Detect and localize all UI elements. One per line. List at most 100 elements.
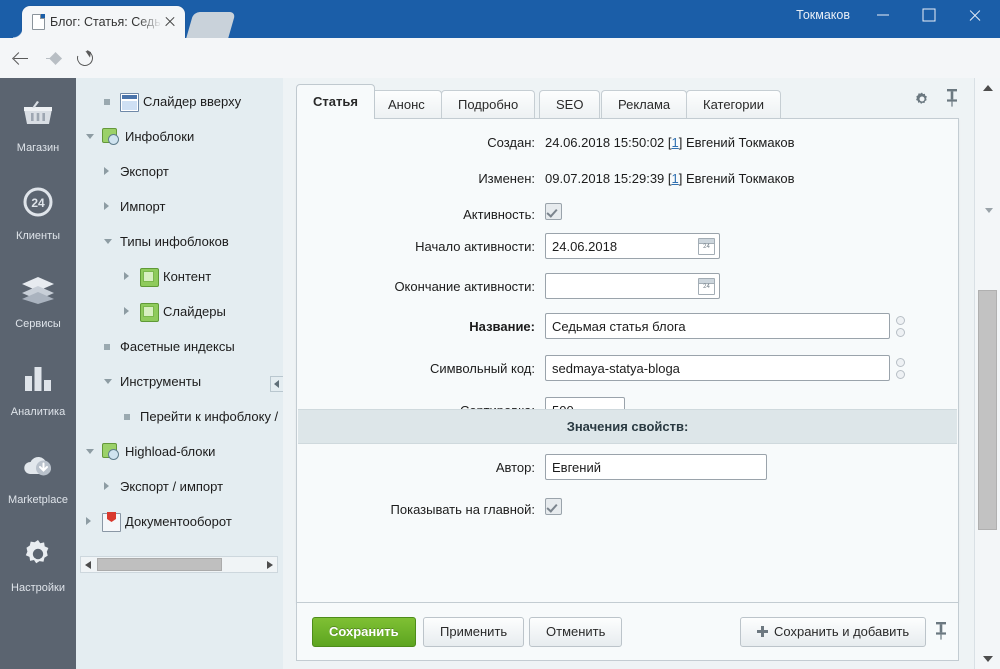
properties-section-header: Значения свойств: bbox=[298, 409, 957, 444]
tree-node[interactable]: Фасетные индексы bbox=[76, 329, 283, 364]
forward-button[interactable] bbox=[42, 47, 64, 69]
window-maximize-button[interactable] bbox=[906, 0, 952, 30]
save-button[interactable]: Сохранить bbox=[312, 617, 416, 647]
chevron-down-icon[interactable] bbox=[86, 449, 94, 454]
active-from-label: Начало активности: bbox=[415, 239, 535, 254]
tree-node[interactable]: Слайдер вверху bbox=[76, 84, 283, 119]
sidebar-item-settings[interactable]: Настройки bbox=[0, 518, 76, 606]
close-tab-icon[interactable] bbox=[163, 15, 177, 29]
active-from-input[interactable] bbox=[545, 233, 720, 259]
tree-node-label: Фасетные индексы bbox=[120, 339, 235, 354]
back-button[interactable] bbox=[10, 47, 32, 69]
browser-window: Блог: Статья: Седьмая ст Токмаков www.ho… bbox=[0, 0, 1000, 669]
code-input[interactable] bbox=[545, 355, 890, 381]
row-name: Название: bbox=[297, 313, 958, 349]
tree-node-label: Highload-блоки bbox=[125, 444, 216, 459]
tab-2[interactable]: Анонс bbox=[371, 90, 442, 118]
tab-1[interactable]: Статья bbox=[296, 84, 375, 119]
scroll-down-icon[interactable] bbox=[975, 649, 1000, 669]
created-user-name: Евгений Токмаков bbox=[685, 135, 795, 150]
blue-slider-icon bbox=[120, 93, 139, 112]
chevron-right-icon[interactable] bbox=[124, 272, 129, 280]
doc-flow-icon bbox=[102, 513, 121, 532]
tree-node[interactable]: Документооборот bbox=[76, 504, 283, 539]
settings-gear-icon[interactable] bbox=[914, 91, 930, 107]
page-vertical-scrollbar[interactable] bbox=[974, 78, 1000, 669]
tree-horizontal-scrollbar[interactable] bbox=[80, 556, 278, 573]
tree-node[interactable]: Экспорт / импорт bbox=[76, 469, 283, 504]
form-button-bar: Сохранить Применить Отменить Сохранить и… bbox=[296, 603, 959, 661]
author-input[interactable] bbox=[545, 454, 767, 480]
chevron-right-icon[interactable] bbox=[86, 517, 91, 525]
tab-4[interactable]: SEO bbox=[539, 90, 601, 118]
scroll-up-icon[interactable] bbox=[975, 78, 1000, 98]
browser-profile-label[interactable]: Токмаков bbox=[796, 6, 850, 24]
calendar-icon[interactable] bbox=[698, 278, 715, 295]
show-on-main-checkbox[interactable] bbox=[545, 498, 562, 515]
scroll-left-icon[interactable] bbox=[85, 561, 91, 569]
apply-button[interactable]: Применить bbox=[423, 617, 525, 647]
sidebar-item-services[interactable]: Сервисы bbox=[0, 254, 76, 342]
tree-node[interactable]: Экспорт bbox=[76, 154, 283, 189]
tree-node[interactable]: Highload-блоки bbox=[76, 434, 283, 469]
page-favicon-icon bbox=[32, 14, 45, 30]
modified-user-link[interactable]: 1 bbox=[672, 171, 679, 186]
tree-node[interactable]: Перейти к инфоблоку / bbox=[76, 399, 283, 434]
sidebar-item-label: Сервисы bbox=[15, 318, 61, 330]
new-tab-button[interactable] bbox=[186, 12, 236, 38]
calendar-icon[interactable] bbox=[698, 238, 715, 255]
tree-node[interactable]: Контент bbox=[76, 259, 283, 294]
tab-5[interactable]: Реклама bbox=[601, 90, 688, 118]
tree-node-label: Инструменты bbox=[120, 374, 202, 389]
sidebar-item-label: Магазин bbox=[16, 142, 60, 154]
sidebar-item-label: Настройки bbox=[11, 582, 65, 594]
name-input[interactable] bbox=[545, 313, 890, 339]
chevron-down-icon[interactable] bbox=[104, 239, 112, 244]
browser-tab[interactable]: Блог: Статья: Седьмая ст bbox=[13, 6, 185, 38]
sidebar-item-analytics[interactable]: Аналитика bbox=[0, 342, 76, 430]
tab-6[interactable]: Категории bbox=[686, 90, 781, 118]
active-to-input[interactable] bbox=[545, 273, 720, 299]
pin-icon[interactable] bbox=[945, 88, 959, 108]
scrollbar-thumb[interactable] bbox=[97, 558, 222, 571]
sidebar-item-clients[interactable]: 24 Клиенты bbox=[0, 166, 76, 254]
save-and-add-button[interactable]: Сохранить и добавить bbox=[740, 617, 927, 647]
resize-grip-icon[interactable] bbox=[895, 313, 905, 339]
panel-collapse-button[interactable] bbox=[270, 376, 284, 392]
chevron-right-icon[interactable] bbox=[104, 482, 109, 490]
tab-3[interactable]: Подробно bbox=[441, 90, 536, 118]
tree-node[interactable]: Импорт bbox=[76, 189, 283, 224]
created-user-link[interactable]: 1 bbox=[672, 135, 679, 150]
green-block-icon bbox=[140, 303, 159, 322]
chevron-down-icon[interactable] bbox=[104, 379, 112, 384]
svg-text:24: 24 bbox=[31, 196, 45, 210]
chevron-right-icon[interactable] bbox=[104, 202, 109, 210]
save-and-add-label: Сохранить и добавить bbox=[774, 624, 910, 639]
sidebar-item-label: Аналитика bbox=[10, 406, 66, 418]
scrollbar-thumb[interactable] bbox=[978, 290, 997, 530]
created-datetime: 24.06.2018 15:50:02 bbox=[545, 135, 665, 150]
tree-node[interactable]: Слайдеры bbox=[76, 294, 283, 329]
reload-button[interactable] bbox=[74, 47, 96, 69]
active-checkbox[interactable] bbox=[545, 203, 562, 220]
scroll-right-icon[interactable] bbox=[267, 561, 273, 569]
sidebar-item-marketplace[interactable]: Marketplace bbox=[0, 430, 76, 518]
tree-node-label: Экспорт / импорт bbox=[120, 479, 224, 494]
chevron-right-icon[interactable] bbox=[124, 307, 129, 315]
clients-24-icon: 24 bbox=[18, 182, 58, 222]
browser-title-bar: Блог: Статья: Седьмая ст Токмаков bbox=[0, 0, 1000, 38]
chevron-down-icon[interactable] bbox=[86, 134, 94, 139]
window-close-button[interactable] bbox=[952, 0, 998, 30]
tree-node-label: Экспорт bbox=[120, 164, 169, 179]
sidebar-item-shop[interactable]: Магазин bbox=[0, 78, 76, 166]
form-tab-bar: Статья Анонс Подробно SEO Реклама Категории bbox=[296, 84, 975, 119]
cancel-button[interactable]: Отменить bbox=[529, 617, 623, 647]
tree-node[interactable]: Типы инфоблоков bbox=[76, 224, 283, 259]
tree-node[interactable]: Инструменты bbox=[76, 364, 283, 399]
resize-grip-icon[interactable] bbox=[895, 355, 905, 381]
chevron-right-icon[interactable] bbox=[104, 167, 109, 175]
window-minimize-button[interactable] bbox=[860, 0, 906, 30]
form-card: Создан: 24.06.2018 15:50:02 [1] Евгений … bbox=[296, 118, 959, 603]
tree-node[interactable]: Инфоблоки bbox=[76, 119, 283, 154]
pin-icon[interactable] bbox=[934, 621, 948, 641]
